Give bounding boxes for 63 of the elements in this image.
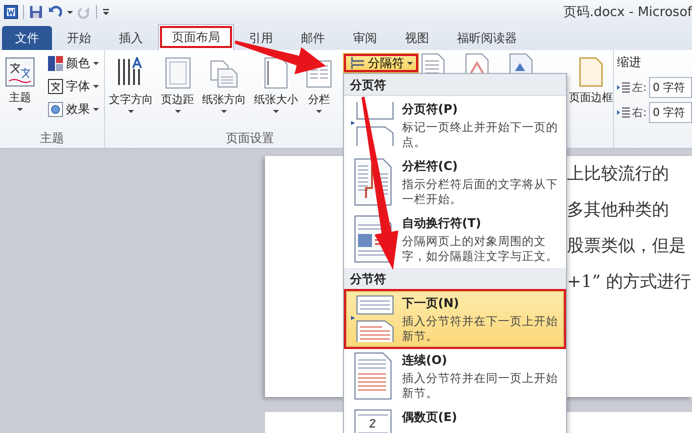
ribbon-small-button[interactable]: 字体: [46, 76, 101, 97]
group-label: 页面设置: [226, 131, 274, 145]
indent-right-icon: [617, 106, 630, 118]
ribbon-tab[interactable]: 邮件: [288, 26, 338, 50]
page-size-icon: [263, 57, 289, 89]
indent-left-icon: [617, 82, 630, 94]
menu-item[interactable]: 下一页(N) 插入分节符并在下一页上开始新节。: [346, 291, 564, 347]
page-borders-button[interactable]: 页面边框: [569, 53, 613, 148]
indent-field-label: 右:: [632, 105, 647, 120]
next-page-break-icon: [351, 295, 395, 343]
breaks-button[interactable]: 分隔符: [343, 53, 419, 73]
document-text: 上比较流行的: [567, 163, 670, 184]
font-icon: [48, 79, 63, 94]
ribbon-tab[interactable]: 页面布局: [158, 24, 234, 50]
indent-field-label: 左:: [632, 80, 647, 95]
page-margins-icon: [164, 57, 190, 89]
document-text: 多其他种类的: [567, 199, 670, 220]
menu-item-title: 分页符(P): [402, 101, 459, 118]
ribbon-button[interactable]: 纸张方向: [201, 53, 247, 130]
indent-field[interactable]: 0 字符: [648, 77, 692, 98]
window-title: 页码.docx - Microsof: [564, 4, 692, 21]
dropdown-arrow-icon[interactable]: [67, 10, 73, 14]
indent-field[interactable]: 0 字符: [648, 102, 692, 123]
indent-label: 缩进: [617, 54, 642, 71]
menu-item-title: 自动换行符(T): [402, 215, 482, 232]
ribbon-tab[interactable]: 开始: [54, 26, 104, 50]
effects-icon: [48, 102, 63, 117]
customize-toolbar-icon[interactable]: [102, 7, 110, 17]
menu-item-title: 分栏符(C): [402, 158, 459, 175]
menu-item-title: 连续(O): [402, 352, 448, 369]
menu-item-description: 标记一页终止并开始下一页的点。: [402, 120, 559, 150]
ribbon-small-button[interactable]: 颜色: [46, 53, 101, 74]
menu-item-description: 插入分节符并在下一页上开始新节。: [402, 314, 559, 344]
group-label: 主题: [40, 131, 64, 145]
menu-item-title: 下一页(N): [402, 295, 460, 312]
menu-item-description: 指示分栏符后面的文字将从下一栏开始。: [402, 177, 559, 207]
document-text: +1” 的方式进行: [567, 271, 692, 292]
continuous-break-icon: [353, 352, 393, 400]
ribbon-button[interactable]: 页边距: [160, 53, 195, 130]
menu-item-title: 偶数页(E): [402, 409, 458, 426]
ribbon-button[interactable]: 文字方向: [108, 53, 154, 130]
ribbon-tab[interactable]: 视图: [392, 26, 442, 50]
ribbon-tab[interactable]: 福昕阅读器: [444, 26, 530, 50]
document-text: 股票类似，但是: [567, 235, 687, 256]
ribbon-small-button[interactable]: 效果: [46, 99, 101, 120]
save-icon[interactable]: [29, 5, 43, 19]
menu-item-description: 分隔网页上的对象周围的文字，如分隔题注文字与正文。: [402, 234, 559, 264]
menu-item[interactable]: 连续(O) 插入分节符并在同一页上开始新节。: [346, 348, 564, 404]
themes-button[interactable]: 主题: [0, 53, 40, 130]
file-tab[interactable]: 文件: [2, 26, 52, 50]
ribbon-tab[interactable]: 插入: [106, 26, 156, 50]
page-borders-icon: [579, 57, 603, 87]
ribbon-tab[interactable]: 引用: [236, 26, 286, 50]
themes-icon: [5, 57, 35, 87]
menu-item[interactable]: 偶数页(E): [346, 405, 564, 433]
menu-section-header: 分页符: [344, 74, 566, 96]
word-logo-icon[interactable]: [4, 5, 18, 19]
undo-icon[interactable]: [48, 5, 62, 19]
breaks-icon: [351, 56, 365, 70]
color-swatch-icon: [48, 56, 63, 71]
menu-section-header: 分节符: [344, 268, 566, 290]
ribbon-tab[interactable]: 审阅: [340, 26, 390, 50]
menu-item-description: 插入分节符并在同一页上开始新节。: [402, 371, 559, 401]
